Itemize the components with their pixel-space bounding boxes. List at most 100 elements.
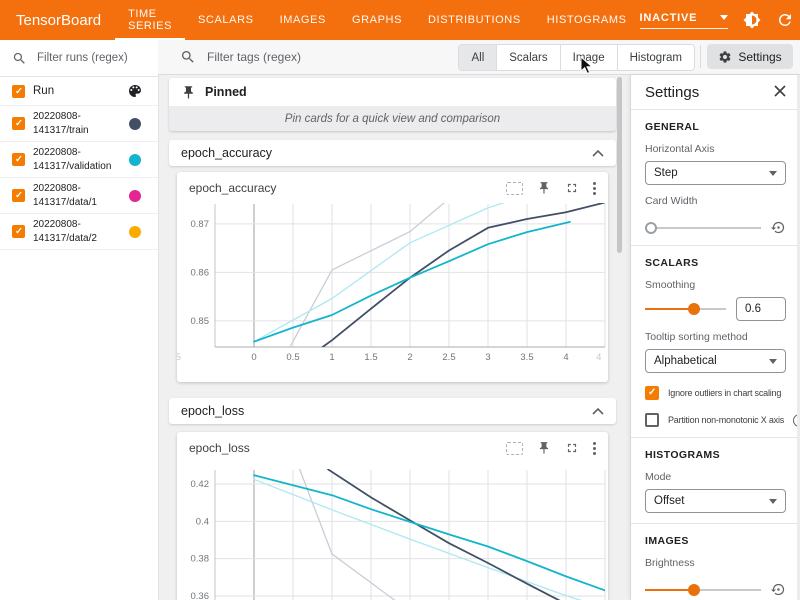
slider-thumb[interactable] bbox=[688, 584, 700, 596]
svg-text:4: 4 bbox=[563, 352, 568, 363]
chevron-up-icon[interactable] bbox=[592, 146, 604, 160]
run-checkbox[interactable] bbox=[12, 189, 25, 202]
tooltip-sorting-select[interactable]: Alphabetical bbox=[645, 349, 786, 373]
reset-icon[interactable] bbox=[771, 220, 786, 235]
run-color-dot bbox=[129, 190, 141, 202]
card-width-slider[interactable] bbox=[645, 222, 761, 234]
svg-text:0: 0 bbox=[251, 352, 256, 363]
settings-button-label: Settings bbox=[738, 50, 781, 64]
section-header-epoch-accuracy[interactable]: epoch_accuracy bbox=[169, 140, 616, 166]
runs-filter-input[interactable] bbox=[35, 51, 149, 65]
card-width-row bbox=[645, 220, 786, 235]
close-icon[interactable] bbox=[774, 84, 786, 101]
run-name: 20220808-141317/validation bbox=[33, 146, 121, 173]
run-name: 20220808-141317/data/1 bbox=[33, 182, 121, 209]
run-color-dot bbox=[129, 154, 141, 166]
run-checkbox[interactable] bbox=[12, 225, 25, 238]
ignore-outliers-checkbox[interactable] bbox=[645, 386, 659, 400]
chart-title: epoch_accuracy bbox=[189, 181, 506, 195]
main-scrollbar-thumb[interactable] bbox=[617, 77, 622, 253]
horizontal-axis-select[interactable]: Step bbox=[645, 161, 786, 185]
status-dropdown[interactable]: INACTIVE bbox=[640, 12, 728, 29]
section-header-epoch-loss[interactable]: epoch_loss bbox=[169, 398, 616, 424]
reset-icon[interactable] bbox=[771, 582, 786, 597]
fullscreen-icon[interactable] bbox=[565, 181, 579, 195]
settings-button[interactable]: Settings bbox=[707, 44, 793, 69]
status-value: INACTIVE bbox=[640, 12, 698, 24]
tab-distributions[interactable]: DISTRIBUTIONS bbox=[415, 0, 534, 40]
data-table-toggle-icon[interactable] bbox=[506, 442, 523, 455]
tab-histograms[interactable]: HISTOGRAMS bbox=[534, 0, 640, 40]
search-icon bbox=[12, 51, 27, 66]
chevron-down-icon bbox=[769, 359, 777, 364]
theme-toggle-icon[interactable] bbox=[743, 11, 761, 29]
filter-scalars-button[interactable]: Scalars bbox=[496, 45, 559, 70]
epoch-accuracy-chart[interactable]: 0.850.860.8700.511.522.533.5454 bbox=[177, 202, 608, 382]
chart-card-epoch-loss: epoch_loss 0.420.40.380.3600.511.522.533… bbox=[177, 432, 608, 600]
tag-type-filter-group: All Scalars Image Histogram bbox=[458, 44, 695, 71]
tab-time-series[interactable]: TIME SERIES bbox=[115, 0, 185, 40]
more-options-icon[interactable] bbox=[593, 182, 596, 195]
epoch-loss-chart[interactable]: 0.420.40.380.3600.511.522.533.54 bbox=[177, 468, 608, 600]
chevron-up-icon[interactable] bbox=[592, 404, 604, 418]
select-all-runs-checkbox[interactable] bbox=[12, 85, 25, 98]
svg-text:3: 3 bbox=[485, 352, 490, 363]
settings-panel-title: Settings bbox=[645, 84, 699, 101]
refresh-icon[interactable] bbox=[776, 11, 794, 29]
pinned-empty-message: Pin cards for a quick view and compariso… bbox=[169, 106, 616, 131]
run-checkbox[interactable] bbox=[12, 153, 25, 166]
filter-all-button[interactable]: All bbox=[459, 45, 496, 70]
brightness-slider[interactable] bbox=[645, 584, 761, 596]
smoothing-row bbox=[645, 297, 786, 321]
tab-graphs[interactable]: GRAPHS bbox=[339, 0, 415, 40]
smoothing-input[interactable] bbox=[736, 297, 786, 321]
palette-icon[interactable] bbox=[127, 83, 143, 99]
partition-x-checkbox[interactable] bbox=[645, 413, 659, 427]
settings-panel-header: Settings bbox=[645, 75, 786, 109]
toolbar-divider bbox=[700, 45, 701, 68]
svg-text:1: 1 bbox=[329, 352, 334, 363]
run-row-train[interactable]: 20220808-141317/train bbox=[0, 106, 158, 142]
chevron-down-icon bbox=[720, 15, 728, 20]
histograms-section-label: HISTOGRAMS bbox=[645, 449, 786, 461]
pinned-card: Pinned Pin cards for a quick view and co… bbox=[169, 78, 616, 131]
pin-icon bbox=[181, 85, 196, 100]
svg-text:0.36: 0.36 bbox=[191, 591, 210, 600]
run-color-dot bbox=[129, 226, 141, 238]
divider bbox=[631, 245, 800, 246]
slider-thumb[interactable] bbox=[688, 303, 700, 315]
run-row-data-2[interactable]: 20220808-141317/data/2 bbox=[0, 214, 158, 250]
svg-text:0.4: 0.4 bbox=[196, 516, 209, 527]
run-row-data-1[interactable]: 20220808-141317/data/1 bbox=[0, 178, 158, 214]
tags-filter bbox=[180, 40, 409, 74]
mouse-cursor bbox=[580, 56, 593, 75]
pin-icon[interactable] bbox=[537, 181, 551, 195]
tags-filter-input[interactable] bbox=[205, 49, 409, 65]
smoothing-slider[interactable] bbox=[645, 303, 726, 315]
settings-panel: Settings GENERAL Horizontal Axis Step Ca… bbox=[630, 75, 800, 600]
filter-histogram-button[interactable]: Histogram bbox=[617, 45, 694, 70]
tab-scalars[interactable]: SCALARS bbox=[185, 0, 267, 40]
fullscreen-icon[interactable] bbox=[565, 441, 579, 455]
card-width-label: Card Width bbox=[645, 195, 786, 207]
tab-images[interactable]: IMAGES bbox=[267, 0, 339, 40]
histogram-mode-select[interactable]: Offset bbox=[645, 489, 786, 513]
chevron-down-icon bbox=[769, 499, 777, 504]
svg-text:5: 5 bbox=[177, 352, 181, 363]
slider-thumb[interactable] bbox=[645, 222, 657, 234]
header-actions: INACTIVE ? bbox=[640, 11, 800, 29]
images-section-label: IMAGES bbox=[645, 535, 786, 547]
partition-x-label: Partition non-monotonic X axis bbox=[668, 415, 784, 425]
more-options-icon[interactable] bbox=[593, 442, 596, 455]
partition-x-row: Partition non-monotonic X axis bbox=[645, 413, 786, 427]
histogram-mode-label: Mode bbox=[645, 471, 786, 483]
svg-text:2: 2 bbox=[407, 352, 412, 363]
run-row-validation[interactable]: 20220808-141317/validation bbox=[0, 142, 158, 178]
run-checkbox[interactable] bbox=[12, 117, 25, 130]
svg-text:0.5: 0.5 bbox=[286, 352, 299, 363]
data-table-toggle-icon[interactable] bbox=[506, 182, 523, 195]
runs-header-row: Run bbox=[0, 77, 158, 106]
scalars-section-label: SCALARS bbox=[645, 257, 786, 269]
pin-icon[interactable] bbox=[537, 441, 551, 455]
divider bbox=[631, 109, 800, 110]
